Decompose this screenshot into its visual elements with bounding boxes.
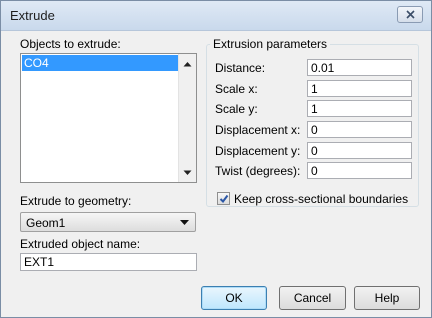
check-icon (219, 194, 229, 204)
chevron-down-icon (180, 220, 189, 225)
scroll-up-icon[interactable] (183, 61, 192, 67)
scale-x-label: Scale x: (215, 82, 258, 96)
geometry-selected-value: Geom1 (26, 216, 66, 230)
listbox-scrollbar[interactable] (178, 54, 196, 182)
ok-button[interactable]: OK (201, 286, 267, 310)
title-bar[interactable]: Extrude (1, 1, 431, 31)
displacement-x-input[interactable] (307, 121, 412, 138)
extrusion-parameters-title: Extrusion parameters (210, 37, 331, 51)
displacement-y-label: Displacement y: (215, 144, 301, 158)
help-button[interactable]: Help (354, 286, 420, 310)
cancel-button[interactable]: Cancel (279, 286, 346, 310)
displacement-y-input[interactable] (307, 142, 412, 159)
close-icon (406, 10, 415, 19)
keep-boundaries-checkbox[interactable] (217, 192, 230, 205)
displacement-x-label: Displacement x: (215, 123, 301, 137)
scale-y-label: Scale y: (215, 102, 258, 116)
scroll-down-icon[interactable] (183, 170, 192, 176)
scale-y-input[interactable] (307, 100, 412, 117)
extrude-dialog: Extrude Objects to extrude: CO4 Extrude … (0, 0, 432, 318)
distance-label: Distance: (215, 61, 266, 75)
geometry-select[interactable]: Geom1 (20, 212, 196, 232)
geometry-label: Extrude to geometry: (20, 194, 132, 208)
keep-boundaries-label[interactable]: Keep cross-sectional boundaries (234, 192, 408, 206)
object-name-label: Extruded object name: (20, 237, 141, 251)
scale-x-input[interactable] (307, 80, 412, 97)
list-item[interactable]: CO4 (22, 55, 178, 71)
twist-label: Twist (degrees): (215, 164, 301, 178)
twist-input[interactable] (307, 162, 412, 179)
distance-input[interactable] (307, 59, 412, 76)
objects-listbox[interactable]: CO4 (20, 53, 197, 183)
close-button[interactable] (397, 6, 423, 23)
object-name-input[interactable] (20, 253, 197, 271)
objects-label: Objects to extrude: (20, 37, 121, 51)
dialog-title: Extrude (10, 8, 55, 23)
